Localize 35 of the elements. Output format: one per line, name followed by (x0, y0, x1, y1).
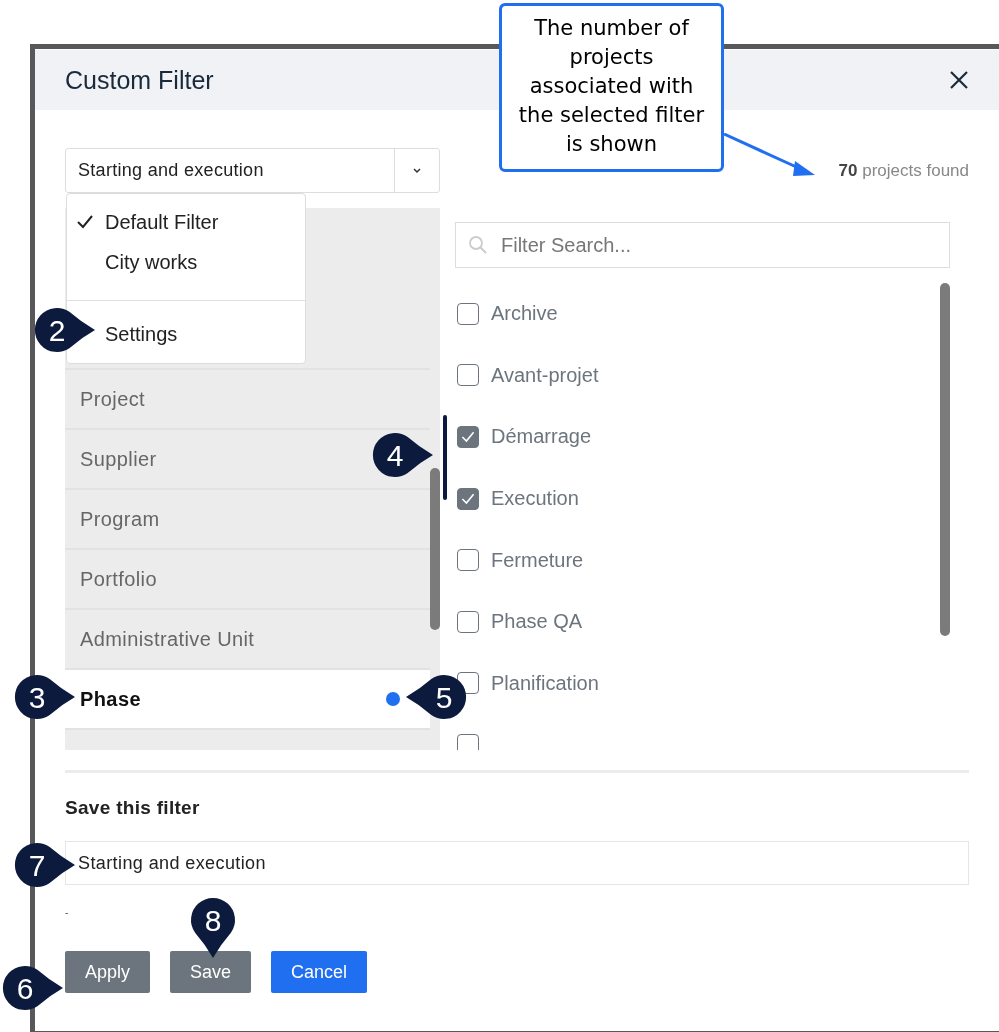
step-marker-tooltip: 6 (2, 966, 63, 1010)
filter-name-field[interactable]: Starting and execution (65, 841, 969, 885)
scrollbar-thumb[interactable] (430, 468, 440, 630)
option-checkbox[interactable]: Archive (455, 283, 950, 345)
step-marker-tooltip: 4 (372, 433, 433, 477)
option-checkbox[interactable]: Avant-projet (455, 344, 950, 407)
scrollbar-thumb[interactable] (940, 283, 950, 636)
search-field[interactable]: Filter Search... (455, 222, 950, 268)
step-marker-tooltip: 8 (191, 897, 235, 958)
caret-icon (412, 167, 422, 174)
category-item[interactable]: Project (65, 368, 430, 428)
menu-item[interactable]: City works (67, 242, 305, 282)
close-button[interactable] (949, 70, 969, 90)
search-icon (467, 234, 489, 256)
action-button[interactable]: Save (170, 951, 252, 993)
option-checkbox[interactable]: Fermeture (455, 529, 950, 591)
result-count: 70 projects found (838, 160, 969, 181)
note-text: - (65, 907, 69, 919)
action-button[interactable]: Cancel (271, 951, 368, 993)
option-checkbox[interactable]: Phase QA (455, 590, 950, 653)
menu-item[interactable]: Default Filter (67, 202, 305, 242)
step-marker-tooltip: 2 (34, 308, 95, 352)
step-marker-tooltip: 5 (406, 675, 467, 719)
step-marker-tooltip: 7 (14, 843, 75, 887)
section-heading: Save this filter (65, 797, 201, 819)
option-checkbox[interactable]: Démarrage (455, 406, 950, 468)
category-item[interactable]: Phase (65, 668, 430, 728)
option-checkbox[interactable]: Execution (455, 467, 950, 530)
action-button[interactable]: Apply (65, 951, 151, 993)
step-marker-tooltip: 3 (14, 675, 75, 719)
check-icon (460, 429, 476, 445)
dialog-title: Custom Filter (65, 65, 214, 95)
close-icon (949, 70, 969, 90)
annotation-box: The number of projects associated with the selected filter is shown (499, 3, 724, 172)
checkbox[interactable] (457, 733, 479, 750)
